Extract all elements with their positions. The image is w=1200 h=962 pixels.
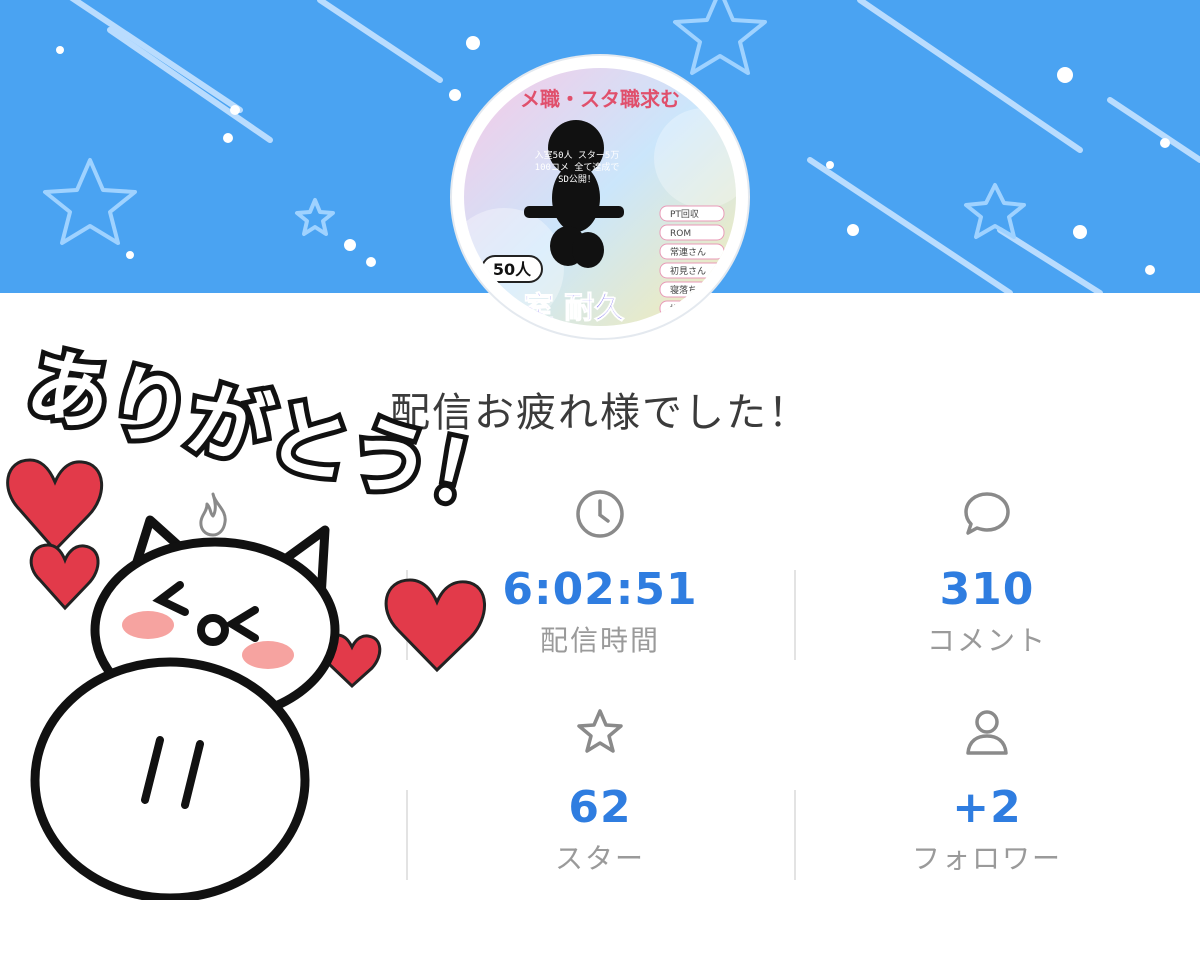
stat-comments: 310 コメント	[794, 488, 1180, 659]
stat-divider	[794, 790, 796, 880]
avatar-list-item: 初見さん	[670, 265, 706, 277]
stat-divider	[794, 570, 796, 660]
thank-you-sticker: ありがとう！	[0, 332, 540, 903]
comment-icon	[794, 488, 1180, 540]
avatar-image: メ職・スタ職求む 入室50人 スター5万 100コメ 全て達成で SD公開！ P…	[464, 68, 736, 326]
avatar-list-item: 推し	[670, 303, 688, 315]
avatar-badge: 50人	[493, 260, 532, 279]
stat-value: 310	[939, 564, 1035, 615]
stat-followers: +2 フォロワー	[794, 706, 1180, 877]
avatar-bottom-text: 室 耐久	[524, 291, 624, 326]
avatar-list-item: ROM	[670, 229, 691, 239]
avatar-list-item: 寝落ち	[670, 284, 697, 296]
stat-value: +2	[952, 782, 1022, 833]
person-icon	[794, 706, 1180, 758]
avatar-top-text: メ職・スタ職求む	[520, 87, 680, 111]
stat-label: フォロワー	[911, 842, 1062, 875]
avatar-list-item: PT回収	[670, 208, 699, 220]
avatar-center-text: 入室50人 スター5万 100コメ 全て達成で SD公開！	[534, 151, 620, 185]
avatar[interactable]: メ職・スタ職求む 入室50人 スター5万 100コメ 全て達成で SD公開！ P…	[452, 56, 748, 338]
stat-label: コメント	[926, 624, 1047, 657]
avatar-list-item: 常連さん	[670, 246, 706, 258]
